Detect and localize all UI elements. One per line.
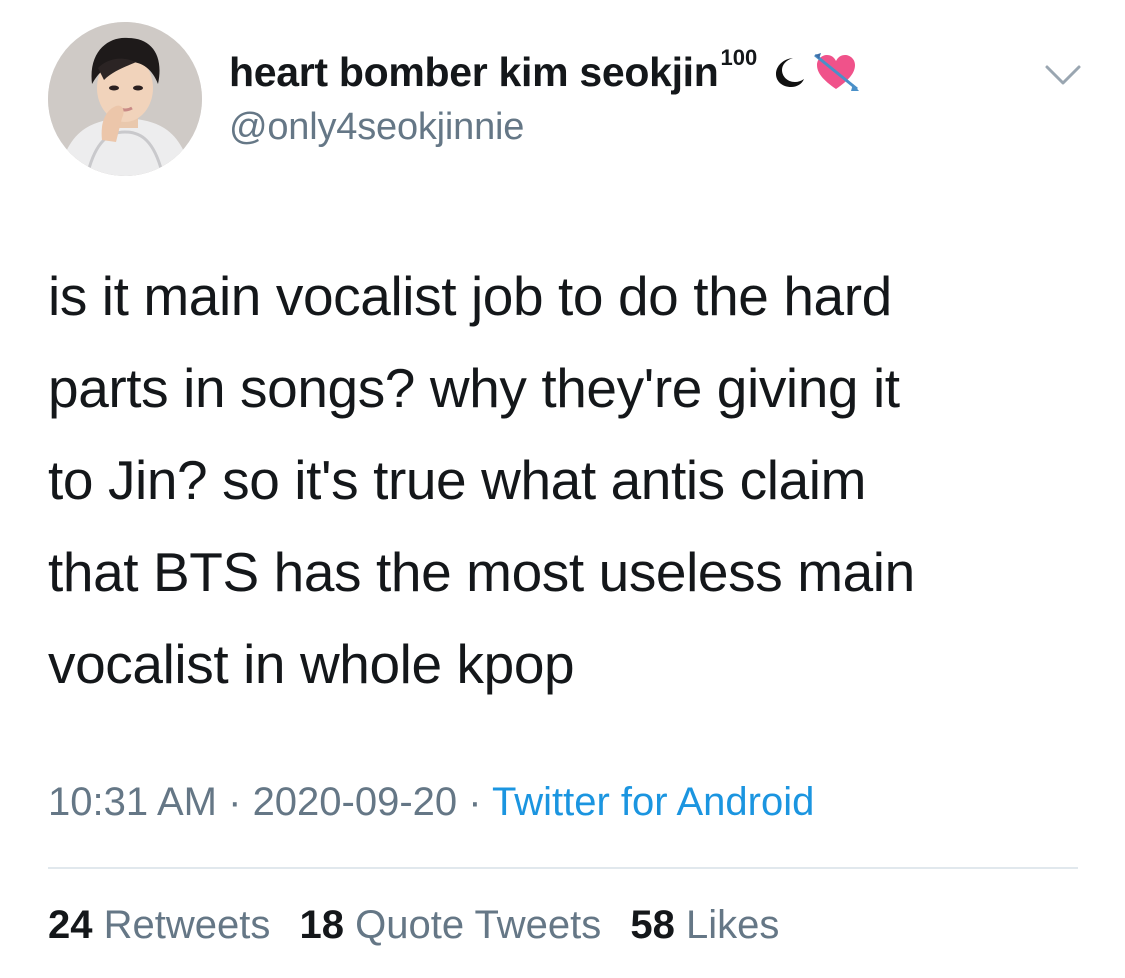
display-name[interactable]: heart bomber kim seokjin — [229, 49, 719, 96]
retweets-stat[interactable]: 24 Retweets — [48, 903, 270, 947]
quote-tweets-count: 18 — [299, 903, 345, 947]
tweet-text-line: parts in songs? why they're giving it — [48, 357, 900, 419]
meta-separator: · — [217, 780, 253, 824]
tweet-meta: 10:31 AM · 2020-09-20 · Twitter for Andr… — [48, 780, 814, 825]
heart-with-arrow-icon — [814, 53, 860, 91]
tweet-text-line: is it main vocalist job to do the hard — [48, 265, 892, 327]
display-name-row[interactable]: heart bomber kim seokjin 100 — [229, 45, 860, 98]
tweet-date[interactable]: 2020-09-20 — [253, 780, 458, 824]
retweets-count: 24 — [48, 903, 93, 947]
tweet-source-link[interactable]: Twitter for Android — [492, 780, 814, 824]
quote-tweets-stat[interactable]: 18 Quote Tweets — [300, 903, 602, 947]
tweet-time[interactable]: 10:31 AM — [48, 780, 217, 824]
profile-photo — [48, 22, 202, 176]
tweet-text: is it main vocalist job to do the hard p… — [48, 250, 1088, 710]
tweet-stats: 24 Retweets 18 Quote Tweets 58 Likes — [48, 903, 797, 948]
retweets-label: Retweets — [103, 903, 271, 947]
tweet-text-line: that BTS has the most useless main — [48, 541, 915, 603]
tweet-text-line: to Jin? so it's true what antis claim — [48, 449, 866, 511]
user-handle[interactable]: @only4seokjinnie — [229, 106, 859, 149]
crescent-moon-icon — [776, 58, 805, 87]
avatar[interactable] — [48, 22, 202, 176]
likes-stat[interactable]: 58 Likes — [630, 903, 779, 947]
tweet-header: heart bomber kim seokjin 100 @only4seokj… — [229, 45, 860, 149]
tweet-card: heart bomber kim seokjin 100 @only4seokj… — [0, 0, 1125, 978]
meta-separator: · — [457, 780, 492, 824]
likes-label: Likes — [685, 903, 780, 947]
tweet-text-line: vocalist in whole kpop — [48, 633, 575, 695]
display-name-superscript: 100 — [720, 45, 758, 70]
chevron-down-icon[interactable] — [1044, 62, 1082, 88]
divider — [48, 867, 1078, 869]
likes-count: 58 — [630, 903, 675, 947]
quote-tweets-label: Quote Tweets — [355, 903, 602, 947]
